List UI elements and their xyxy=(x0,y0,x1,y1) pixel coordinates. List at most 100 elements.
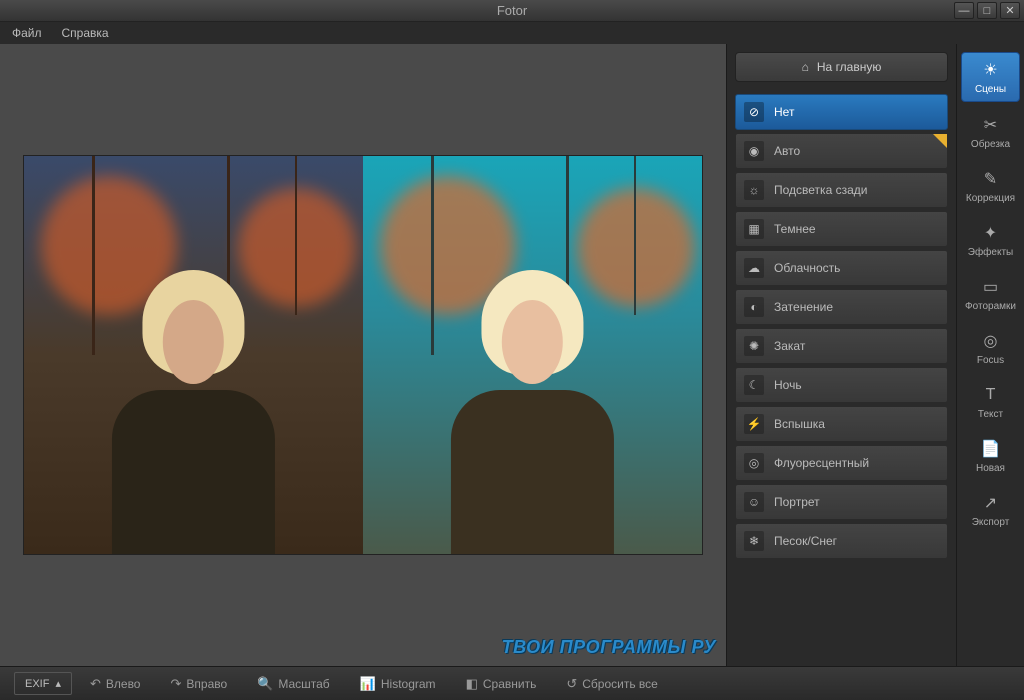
tool-item[interactable]: T Текст xyxy=(961,378,1020,426)
tool-label: Экспорт xyxy=(972,517,1010,528)
tool-label: Эффекты xyxy=(968,247,1013,258)
tool-label: Новая xyxy=(976,463,1005,474)
preset-label: Темнее xyxy=(774,222,816,236)
tool-icon: ◎ xyxy=(980,330,1002,352)
tool-icon: T xyxy=(980,384,1002,406)
tool-label: Текст xyxy=(978,409,1003,420)
preset-icon: ✺ xyxy=(744,336,764,356)
tool-icon: ☀ xyxy=(980,59,1002,81)
menu-help[interactable]: Справка xyxy=(62,26,109,40)
bottombar-button[interactable]: 📊Histogram xyxy=(352,672,444,696)
presets-column: ⌂ На главную ⊘ Нет ◉ Авто ☼ Подсветка сзади ▦ Т… xyxy=(727,44,956,666)
bottombar-label: Сбросить все xyxy=(582,677,658,691)
preset-icon: ◉ xyxy=(744,141,764,161)
preset-label: Нет xyxy=(774,105,794,119)
preset-item[interactable]: ▦ Темнее xyxy=(735,211,948,247)
tool-item[interactable]: ▭ Фоторамки xyxy=(961,270,1020,318)
home-button[interactable]: ⌂ На главную xyxy=(735,52,948,82)
preset-icon: ☁ xyxy=(744,258,764,278)
preset-icon: ☼ xyxy=(744,180,764,200)
photo-after xyxy=(363,156,702,554)
close-button[interactable]: ✕ xyxy=(1000,2,1020,19)
main-area: ТВОИ ПРОГРАММЫ РУ ⌂ На главную ⊘ Нет ◉ Авто… xyxy=(0,44,1024,666)
photo-before xyxy=(24,156,363,554)
preset-label: Облачность xyxy=(774,261,840,275)
preset-icon: ▦ xyxy=(744,219,764,239)
tool-icon: 📄 xyxy=(980,438,1002,460)
bottombar: EXIF ▴ ↶Влево ↷ Вправо 🔍Масштаб 📊Histogram ◧ С… xyxy=(0,666,1024,700)
tool-item[interactable]: ◎ Focus xyxy=(961,324,1020,372)
preset-label: Портрет xyxy=(774,495,820,509)
tool-label: Сцены xyxy=(975,84,1006,95)
tool-item[interactable]: 📄 Новая xyxy=(961,432,1020,480)
tool-icon: ✂ xyxy=(980,114,1002,136)
chevron-up-icon: ▴ xyxy=(55,677,61,690)
bottombar-icon: 🔍 xyxy=(257,676,273,692)
menu-file[interactable]: Файл xyxy=(12,26,42,40)
preset-icon: ☾ xyxy=(744,375,764,395)
preset-icon: ☺ xyxy=(744,492,764,512)
tool-item[interactable]: ✦ Эффекты xyxy=(961,216,1020,264)
preset-item[interactable]: ◎ Флуоресцентный xyxy=(735,445,948,481)
tool-icon: ▭ xyxy=(980,276,1002,298)
maximize-button[interactable]: □ xyxy=(977,2,997,19)
bottombar-button[interactable]: ↺ Сбросить все xyxy=(558,672,666,696)
bottombar-icon: ◧ xyxy=(466,676,478,692)
tool-item[interactable]: ✂ Обрезка xyxy=(961,108,1020,156)
tools-column: ☀ Сцены ✂ Обрезка ✎Коррекция ✦ Эффекты ▭ Фоторам… xyxy=(956,44,1024,666)
preset-icon: ⊘ xyxy=(744,102,764,122)
exif-label: EXIF xyxy=(25,678,49,690)
bottombar-button[interactable]: ↶Влево xyxy=(82,672,149,696)
canvas-area: ТВОИ ПРОГРАММЫ РУ xyxy=(0,44,726,666)
app-title: Fotor xyxy=(497,3,527,18)
minimize-button[interactable]: ― xyxy=(954,2,974,19)
preset-label: Вспышка xyxy=(774,417,825,431)
titlebar: Fotor ― □ ✕ xyxy=(0,0,1024,22)
tool-label: Коррекция xyxy=(966,193,1015,204)
bottombar-button[interactable]: ◧ Сравнить xyxy=(458,672,545,696)
preset-item[interactable]: ◐Затенение xyxy=(735,289,948,325)
bottombar-label: Histogram xyxy=(381,677,436,691)
preset-item[interactable]: ☁ Облачность xyxy=(735,250,948,286)
bottombar-icon: ↷ xyxy=(170,676,181,692)
preset-item[interactable]: ⚡ Вспышка xyxy=(735,406,948,442)
tool-item[interactable]: ✎Коррекция xyxy=(961,162,1020,210)
tool-label: Фоторамки xyxy=(965,301,1016,312)
canvas-wrap xyxy=(0,44,726,666)
window-controls: ― □ ✕ xyxy=(954,2,1020,19)
right-panel: ⌂ На главную ⊘ Нет ◉ Авто ☼ Подсветка сзади ▦ Т… xyxy=(726,44,1024,666)
bottombar-label: Сравнить xyxy=(483,677,536,691)
home-icon: ⌂ xyxy=(802,60,809,74)
tool-item[interactable]: ☀ Сцены xyxy=(961,52,1020,102)
bottombar-icon: ↺ xyxy=(566,676,577,692)
exif-button[interactable]: EXIF ▴ xyxy=(14,672,72,695)
preset-label: Авто xyxy=(774,144,800,158)
preset-item[interactable]: ⊘ Нет xyxy=(735,94,948,130)
bottombar-label: Вправо xyxy=(186,677,227,691)
photo-compare[interactable] xyxy=(23,155,703,555)
bottombar-buttons: ↶Влево ↷ Вправо 🔍Масштаб 📊Histogram ◧ Сравнить… xyxy=(82,672,666,696)
preset-icon: ◐ xyxy=(744,297,764,317)
tool-label: Обрезка xyxy=(971,139,1010,150)
bottombar-button[interactable]: 🔍Масштаб xyxy=(249,672,338,696)
preset-label: Подсветка сзади xyxy=(774,183,867,197)
preset-item[interactable]: ☾ Ночь xyxy=(735,367,948,403)
preset-icon: ⚡ xyxy=(744,414,764,434)
tool-item[interactable]: ↗Экспорт xyxy=(961,486,1020,534)
preset-label: Ночь xyxy=(774,378,802,392)
tool-icon: ✦ xyxy=(980,222,1002,244)
preset-item[interactable]: ❄Песок/Снег xyxy=(735,523,948,559)
preset-item[interactable]: ☺ Портрет xyxy=(735,484,948,520)
tool-label: Focus xyxy=(977,355,1004,366)
preset-icon: ◎ xyxy=(744,453,764,473)
preset-label: Флуоресцентный xyxy=(774,456,869,470)
preset-item[interactable]: ◉ Авто xyxy=(735,133,948,169)
star-icon xyxy=(933,134,947,148)
bottombar-icon: ↶ xyxy=(90,676,101,692)
preset-item[interactable]: ☼ Подсветка сзади xyxy=(735,172,948,208)
preset-icon: ❄ xyxy=(744,531,764,551)
home-label: На главную xyxy=(817,60,881,74)
bottombar-button[interactable]: ↷ Вправо xyxy=(162,672,235,696)
preset-item[interactable]: ✺Закат xyxy=(735,328,948,364)
menubar: Файл Справка xyxy=(0,22,1024,44)
